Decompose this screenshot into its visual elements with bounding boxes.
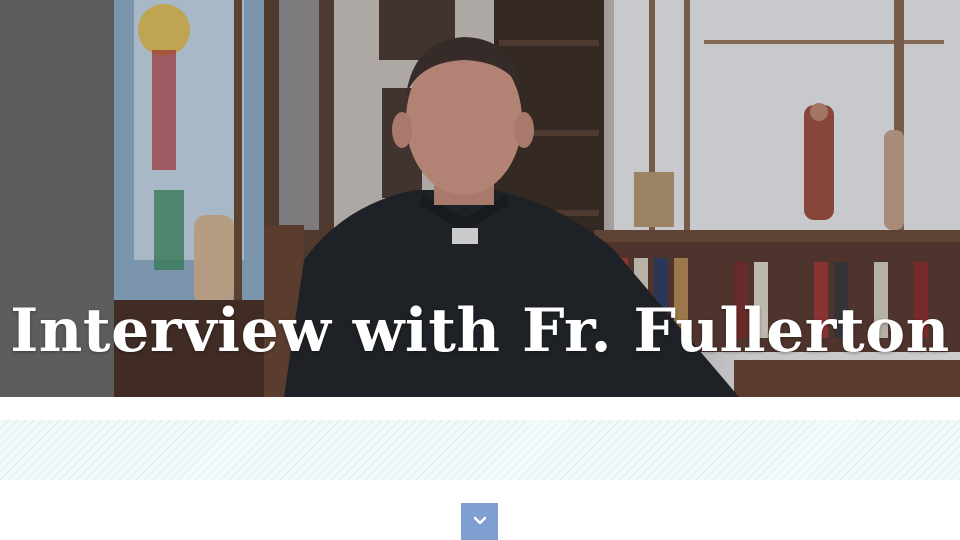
page-title: Interview with Fr. Fullerton	[10, 296, 950, 366]
hero-banner: Interview with Fr. Fullerton	[0, 0, 960, 397]
decorative-pattern-band	[0, 420, 960, 480]
chevron-down-icon	[473, 513, 487, 531]
scroll-down-button[interactable]	[461, 503, 498, 540]
